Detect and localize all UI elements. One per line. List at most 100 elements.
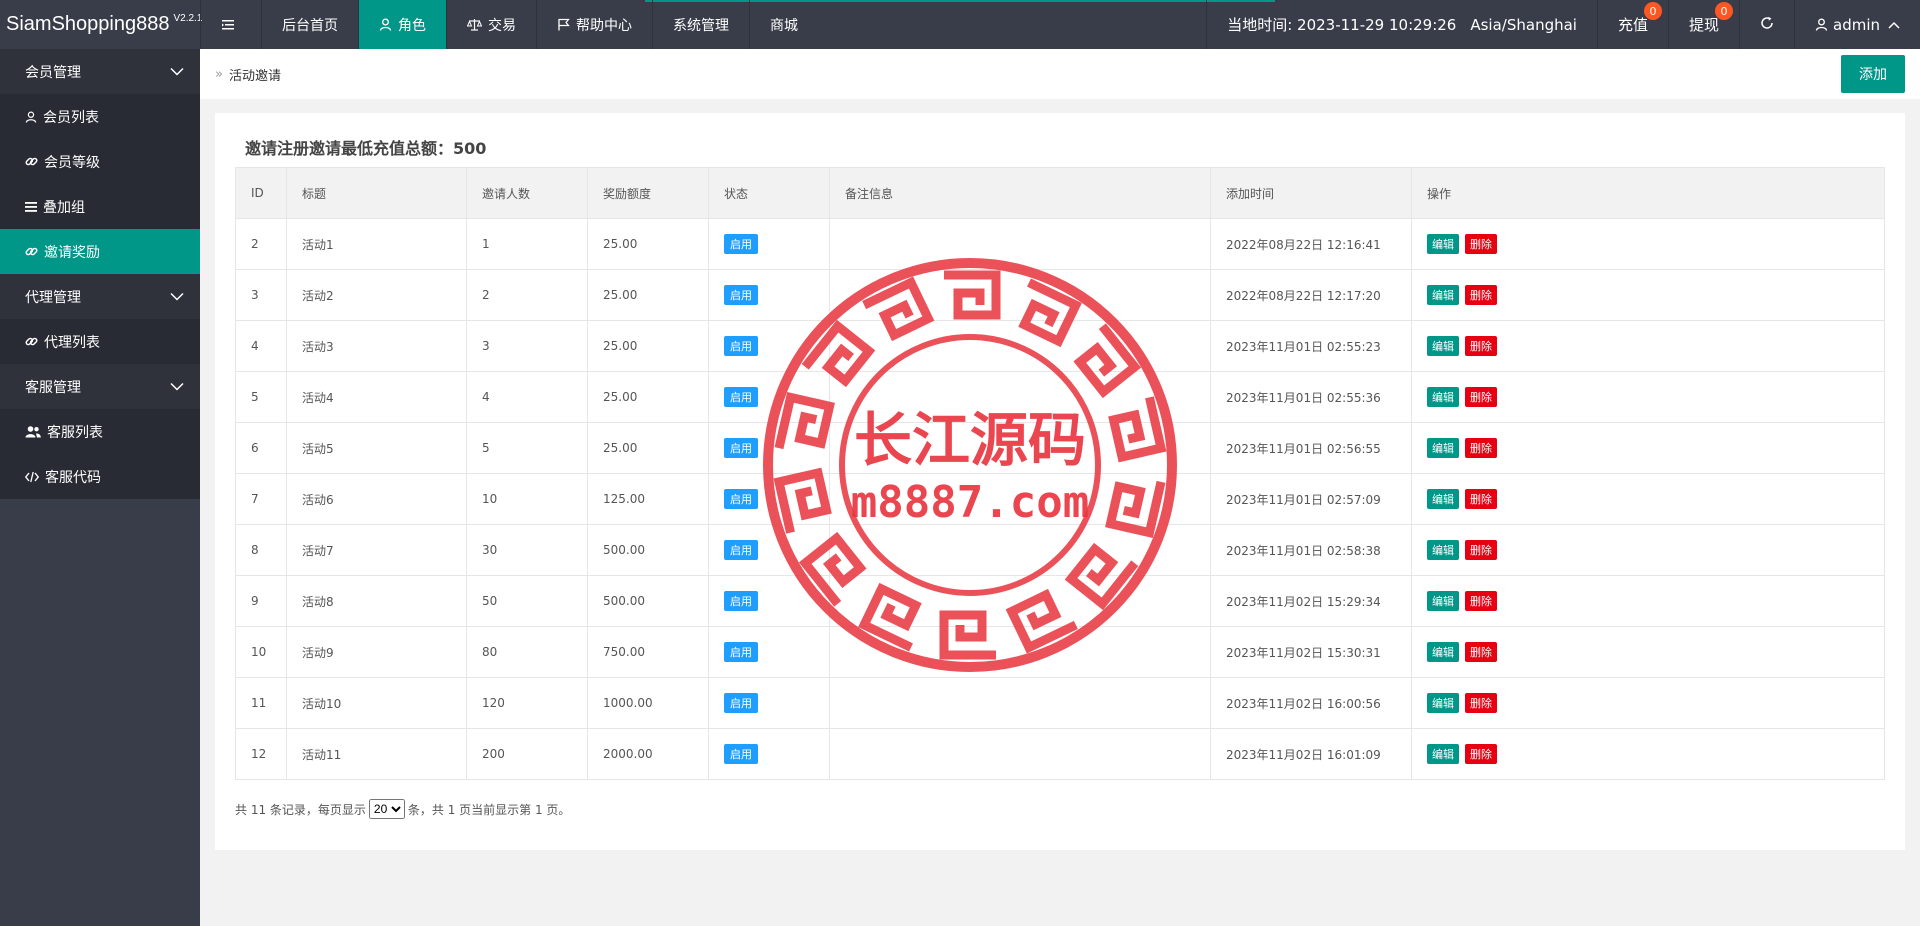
topnav-item-trade[interactable]: 交易 [446, 0, 536, 49]
status-cell: 启用 [708, 218, 830, 270]
id-cell: 7 [235, 473, 287, 525]
delete-button[interactable]: 删除 [1465, 234, 1497, 254]
column-header: 备注信息 [829, 167, 1211, 219]
status-badge[interactable]: 启用 [724, 387, 758, 407]
top-navbar: SiamShopping888 V2.2.1 后台首页 角色 交易 帮助中心 系… [0, 0, 1920, 49]
topnav-item-help[interactable]: 帮助中心 [536, 0, 652, 49]
edit-button[interactable]: 编辑 [1427, 744, 1459, 764]
actions-cell: 编辑 删除 [1411, 728, 1885, 780]
breadcrumb-current[interactable]: 活动邀请 [229, 65, 281, 84]
note-cell [829, 218, 1211, 270]
reward-amount-cell: 25.00 [587, 320, 709, 372]
page-size-select[interactable]: 20 [368, 799, 405, 819]
invite-count-cell: 120 [466, 677, 588, 729]
column-header: 添加时间 [1210, 167, 1412, 219]
delete-button[interactable]: 删除 [1465, 540, 1497, 560]
actions-cell: 编辑 删除 [1411, 473, 1885, 525]
withdraw-button[interactable]: 提现 0 [1667, 0, 1739, 49]
table-row: 11 活动10 120 1000.00 启用 2023年11月02日 16:00:56 编辑… [235, 677, 1885, 729]
invite-count-cell: 5 [466, 422, 588, 474]
note-cell [829, 524, 1211, 576]
status-badge[interactable]: 启用 [724, 540, 758, 560]
invite-count-cell: 2 [466, 269, 588, 321]
sidebar-item-stack-group[interactable]: 叠加组 [0, 184, 200, 229]
status-cell: 启用 [708, 473, 830, 525]
reward-amount-cell: 750.00 [587, 626, 709, 678]
edit-button[interactable]: 编辑 [1427, 540, 1459, 560]
pager-prefix: 共 11 条记录，每页显示 [235, 802, 366, 817]
status-badge[interactable]: 启用 [724, 489, 758, 509]
note-cell [829, 677, 1211, 729]
topnav-item-mall[interactable]: 商城 [749, 0, 818, 49]
table-row: 10 活动9 80 750.00 启用 2023年11月02日 15:30:31 编辑 删除 [235, 626, 1885, 678]
edit-button[interactable]: 编辑 [1427, 387, 1459, 407]
created-time-cell: 2023年11月01日 02:58:38 [1210, 524, 1412, 576]
sidebar-item-invite-reward[interactable]: 邀请奖励 [0, 229, 200, 274]
sidebar-item-support-code[interactable]: 客服代码 [0, 454, 200, 499]
note-cell [829, 269, 1211, 321]
sidebar-item-member-list[interactable]: 会员列表 [0, 94, 200, 139]
sidebar-item-agent-list[interactable]: 代理列表 [0, 319, 200, 364]
status-cell: 启用 [708, 269, 830, 321]
edit-button[interactable]: 编辑 [1427, 693, 1459, 713]
topnav-item-system[interactable]: 系统管理 [652, 0, 749, 49]
edit-button[interactable]: 编辑 [1427, 642, 1459, 662]
refresh-button[interactable] [1739, 0, 1794, 49]
status-badge[interactable]: 启用 [724, 234, 758, 254]
column-header: 操作 [1411, 167, 1885, 219]
id-cell: 3 [235, 269, 287, 321]
note-cell [829, 422, 1211, 474]
sidebar-group-members[interactable]: 会员管理 [0, 49, 200, 94]
topnav-item-label: 角色 [398, 17, 426, 34]
status-badge[interactable]: 启用 [724, 591, 758, 611]
delete-button[interactable]: 删除 [1465, 642, 1497, 662]
add-button[interactable]: 添加 [1841, 55, 1905, 93]
delete-button[interactable]: 删除 [1465, 336, 1497, 356]
id-cell: 2 [235, 218, 287, 270]
status-badge[interactable]: 启用 [724, 693, 758, 713]
menu-toggle-button[interactable] [200, 0, 261, 49]
delete-button[interactable]: 删除 [1465, 693, 1497, 713]
reward-table: ID 标题 邀请人数 奖励额度 状态 备注信息 添加时间 操作 2 活动1 1 25.… [235, 167, 1885, 780]
edit-button[interactable]: 编辑 [1427, 234, 1459, 254]
app-logo[interactable]: SiamShopping888 V2.2.1 [0, 0, 203, 49]
status-badge[interactable]: 启用 [724, 438, 758, 458]
id-cell: 5 [235, 371, 287, 423]
topnav-item-label: 后台首页 [282, 17, 338, 34]
edit-button[interactable]: 编辑 [1427, 438, 1459, 458]
delete-button[interactable]: 删除 [1465, 285, 1497, 305]
sidebar-item-support-list[interactable]: 客服列表 [0, 409, 200, 454]
sidebar-item-member-level[interactable]: 会员等级 [0, 139, 200, 184]
title-cell: 活动1 [286, 218, 467, 270]
reward-amount-cell: 25.00 [587, 218, 709, 270]
title-cell: 活动3 [286, 320, 467, 372]
user-name-label: admin [1833, 15, 1880, 34]
status-badge[interactable]: 启用 [724, 744, 758, 764]
edit-button[interactable]: 编辑 [1427, 591, 1459, 611]
topnav-item-home[interactable]: 后台首页 [261, 0, 358, 49]
column-header: 状态 [708, 167, 830, 219]
created-time-cell: 2023年11月01日 02:57:09 [1210, 473, 1412, 525]
delete-button[interactable]: 删除 [1465, 591, 1497, 611]
version-label: V2.2.1 [173, 13, 203, 24]
user-menu[interactable]: admin [1794, 0, 1920, 49]
invite-count-cell: 1 [466, 218, 588, 270]
edit-button[interactable]: 编辑 [1427, 285, 1459, 305]
edit-button[interactable]: 编辑 [1427, 336, 1459, 356]
sidebar-group-support[interactable]: 客服管理 [0, 364, 200, 409]
chevron-down-icon [170, 289, 184, 305]
delete-button[interactable]: 删除 [1465, 438, 1497, 458]
delete-button[interactable]: 删除 [1465, 744, 1497, 764]
content-card: 邀请注册邀请最低充值总额：500 ID 标题 邀请人数 奖励额度 状态 备注信息… [215, 113, 1905, 850]
status-badge[interactable]: 启用 [724, 336, 758, 356]
status-badge[interactable]: 启用 [724, 285, 758, 305]
topnav-item-role[interactable]: 角色 [358, 0, 446, 49]
recharge-button[interactable]: 充值 0 [1596, 0, 1668, 49]
status-badge[interactable]: 启用 [724, 642, 758, 662]
delete-button[interactable]: 删除 [1465, 489, 1497, 509]
sidebar-group-agents[interactable]: 代理管理 [0, 274, 200, 319]
reward-amount-cell: 2000.00 [587, 728, 709, 780]
delete-button[interactable]: 删除 [1465, 387, 1497, 407]
edit-button[interactable]: 编辑 [1427, 489, 1459, 509]
scale-icon [467, 18, 482, 31]
